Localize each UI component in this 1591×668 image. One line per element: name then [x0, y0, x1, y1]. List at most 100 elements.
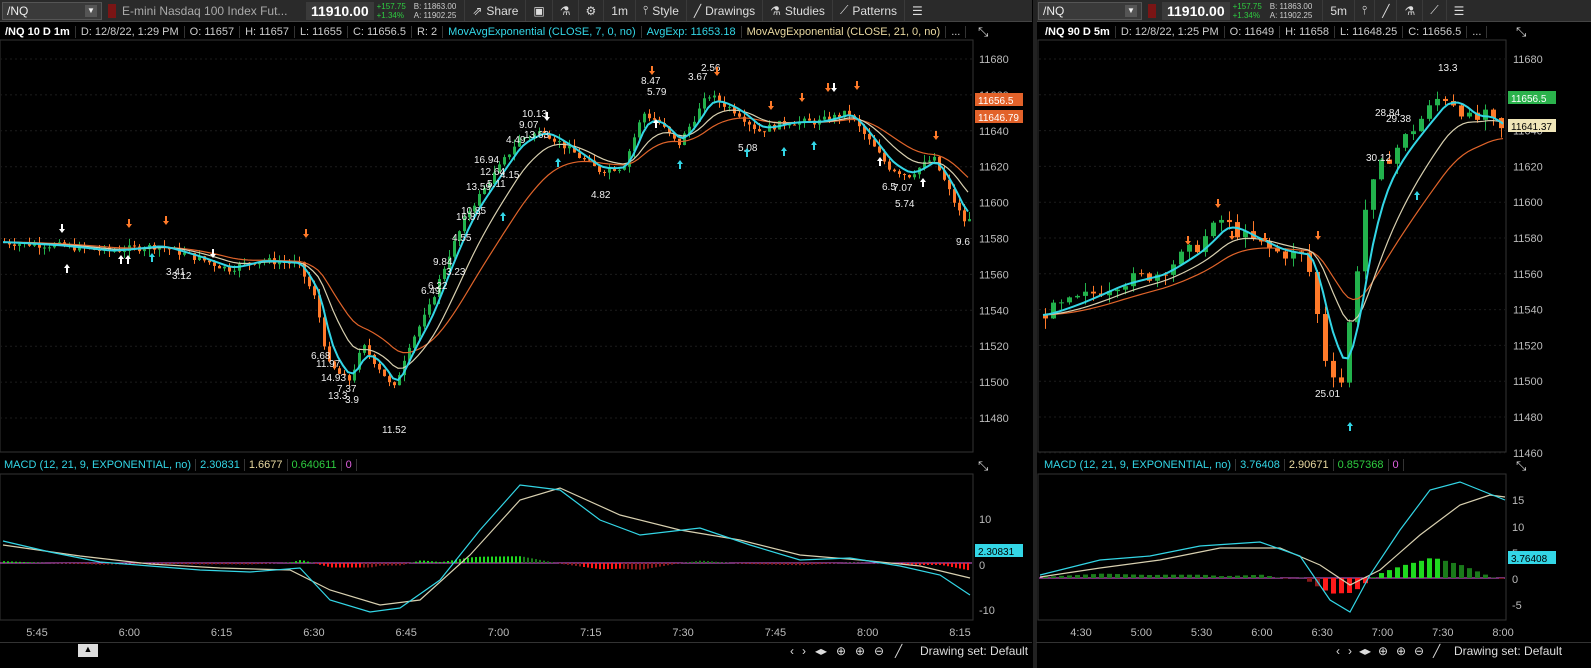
interval-button[interactable]: 5m — [1322, 0, 1354, 21]
chevron-down-icon[interactable]: ▼ — [85, 4, 97, 17]
signal-down-arrow-icon — [544, 112, 550, 121]
more-studies[interactable]: ... — [1467, 26, 1488, 38]
candle — [153, 244, 156, 250]
scroll-right-icon[interactable]: › — [802, 644, 806, 658]
candle — [1139, 273, 1144, 275]
macd-histogram-bar — [207, 563, 209, 565]
drawing-tool-icon[interactable]: ╱ — [1433, 644, 1440, 658]
candle — [553, 138, 556, 142]
scroll-left-icon[interactable]: ‹ — [790, 644, 794, 658]
ohlc-low: L: 11655 — [295, 26, 348, 38]
right-price-axis-tick-label: 11580 — [1513, 233, 1543, 245]
left-time-tick-label: 6:15 — [211, 627, 232, 639]
symbol-selector[interactable]: /NQ ▼ — [1038, 1, 1142, 20]
patterns-button[interactable]: ⟋ — [1422, 0, 1445, 21]
candle — [453, 240, 456, 257]
right-collapse-icon[interactable]: ⤡ — [1516, 24, 1526, 40]
zoom-out-icon[interactable]: ⊖ — [1414, 644, 1424, 658]
drawing-set-label[interactable]: Drawing set: Default — [920, 644, 1028, 658]
right-time-tick-label: 8:00 — [1492, 627, 1513, 639]
signal-up-arrow-icon — [64, 264, 70, 273]
candle — [268, 258, 271, 262]
menu-button[interactable]: ☰ — [1445, 0, 1472, 21]
candle — [283, 261, 286, 263]
more-studies[interactable]: ... — [946, 26, 967, 38]
macd-histogram-bar — [707, 561, 709, 563]
scroll-right-icon[interactable]: › — [1348, 644, 1352, 658]
candle — [503, 157, 506, 165]
macd-histogram-bar — [423, 560, 425, 563]
chevron-down-icon[interactable]: ▼ — [1125, 4, 1137, 17]
candle — [873, 139, 876, 147]
drawing-set-label[interactable]: Drawing set: Default — [1454, 644, 1562, 658]
candle — [93, 247, 96, 250]
macd-study-label[interactable]: MACD (12, 21, 9, EXPONENTIAL, no) — [1040, 459, 1237, 471]
studies-button[interactable]: ⚗ Studies — [762, 0, 832, 21]
scroll-left-icon[interactable]: ‹ — [1336, 644, 1340, 658]
macd-histogram-bar — [715, 561, 717, 563]
left-macd-collapse-icon[interactable]: ⤡ — [978, 458, 988, 474]
left-price-axis-tick-label: 11660 — [979, 90, 1009, 102]
drawings-button[interactable]: ╱ — [1374, 0, 1396, 21]
right-macd-collapse-icon[interactable]: ⤡ — [1516, 458, 1526, 474]
macd-histogram-bar — [675, 563, 677, 564]
candle — [478, 194, 481, 206]
macd-histogram-bar — [931, 563, 933, 565]
interval-button[interactable]: 1m — [603, 0, 635, 21]
style-button[interactable]: ⫯ — [1354, 0, 1374, 21]
ema7-study-label[interactable]: MovAvgExponential (CLOSE, 7, 0, no) — [443, 26, 642, 38]
signal-up-arrow-icon — [1347, 422, 1353, 431]
macd-histogram-bar — [795, 563, 797, 566]
candle — [513, 146, 516, 155]
patterns-button[interactable]: ⟋ Patterns — [831, 0, 904, 21]
crosshair-icon[interactable]: ⊕ — [1378, 644, 1388, 658]
pan-icon[interactable]: ◂▸ — [815, 644, 827, 658]
signal-up-arrow-icon — [653, 119, 659, 128]
left-price-axis-tick-label: 11500 — [979, 377, 1009, 389]
candle — [633, 137, 636, 152]
drawings-button[interactable]: ╱ Drawings — [685, 0, 762, 21]
snapshot-button[interactable]: ▣ — [525, 0, 551, 21]
right-price-axis-tick-label: 11560 — [1513, 269, 1543, 281]
candle — [938, 156, 941, 171]
macd-histogram-bar — [1243, 575, 1248, 578]
chart-canvas[interactable]: 11680 11660 11640 11620 11600 11580 11560 11540… — [0, 0, 1591, 668]
studies-button[interactable]: ⚗ — [1396, 0, 1422, 21]
left-annotation: 16.87 — [456, 212, 481, 223]
macd-histogram-bar — [1075, 574, 1080, 578]
candle — [493, 172, 496, 184]
left-price-axis-tick-label: 11680 — [979, 54, 1009, 66]
candle — [298, 261, 301, 263]
left-annotation: 4.55 — [452, 233, 472, 244]
zoom-out-icon[interactable]: ⊖ — [874, 644, 884, 658]
candle — [1211, 222, 1216, 237]
macd-histogram-bar — [187, 563, 189, 565]
left-collapse-icon[interactable]: ⤡ — [978, 24, 988, 40]
expand-panel-icon[interactable]: ▲ — [78, 644, 98, 657]
share-button[interactable]: ⇗ Share — [464, 0, 525, 21]
crosshair-icon[interactable]: ⊕ — [836, 644, 846, 658]
macd-histogram-bar — [907, 563, 909, 565]
candle — [113, 250, 116, 252]
link-color-icon[interactable] — [1148, 3, 1156, 18]
left-macd-signal-line — [2, 487, 971, 606]
candle — [708, 97, 711, 99]
right-price-axis-tick-label: 11600 — [1513, 197, 1543, 209]
zoom-in-icon[interactable]: ⊕ — [855, 644, 865, 658]
link-color-icon[interactable] — [108, 3, 116, 18]
ohlc-date: D: 12/8/22, 1:25 PM — [1116, 26, 1225, 38]
style-button[interactable]: ⫯ Style — [634, 0, 686, 21]
symbol-selector[interactable]: /NQ ▼ — [2, 1, 102, 20]
candle — [208, 260, 211, 263]
signal-down-arrow-icon — [303, 229, 309, 238]
settings-button[interactable]: ⚙ — [577, 0, 604, 21]
menu-button[interactable]: ☰ — [904, 0, 930, 21]
drawing-tool-icon[interactable]: ╱ — [895, 644, 902, 658]
zoom-in-icon[interactable]: ⊕ — [1396, 644, 1406, 658]
macd-study-label[interactable]: MACD (12, 21, 9, EXPONENTIAL, no) — [0, 459, 197, 471]
pan-icon[interactable]: ◂▸ — [1359, 644, 1371, 658]
macd-histogram-bar — [887, 563, 889, 564]
flask-button[interactable]: ⚗ — [551, 0, 578, 21]
ema21-study-label[interactable]: MovAvgExponential (CLOSE, 21, 0, no) — [742, 26, 947, 38]
candle — [653, 118, 656, 120]
